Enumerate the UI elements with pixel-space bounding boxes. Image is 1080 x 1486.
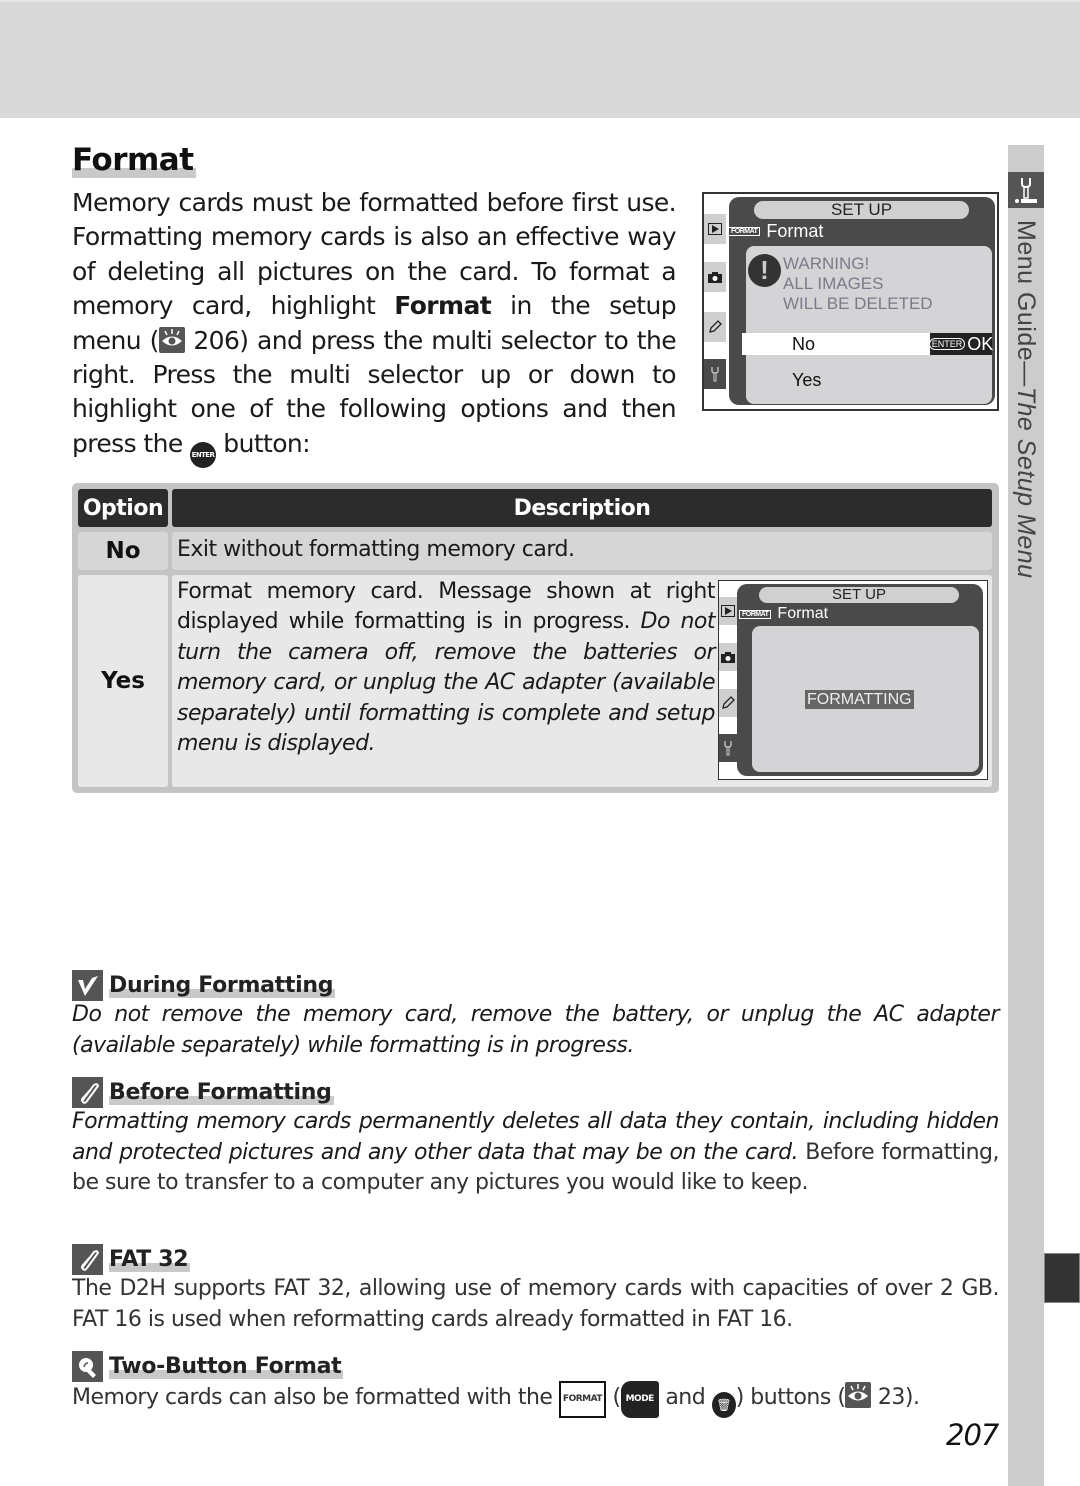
note-two-button-heading: Two-Button Format <box>72 1351 344 1382</box>
lcd-warning-screen: SET UP FORMAT Format ! WARNING! ALL IMAG… <box>702 192 999 411</box>
trash-button-icon: 🗑 <box>711 1392 736 1418</box>
lcd-warning-panel: ! WARNING! ALL IMAGES WILL BE DELETED No… <box>742 246 993 404</box>
note-title: Two-Button Format <box>109 1354 344 1379</box>
yes-description-text: Format memory card. Message shown at rig… <box>177 577 716 759</box>
note-title: FAT 32 <box>109 1247 191 1272</box>
section-label-italic: The Setup Menu <box>1012 386 1040 579</box>
eye-reference-icon <box>845 1382 872 1408</box>
side-thumb-marker <box>1044 1253 1080 1303</box>
lcd-menu-item-label: Format <box>766 220 824 241</box>
lcd-formatting-screen: SET UP FORMAT Format FORMATTING <box>718 580 988 780</box>
warning-line: ALL IMAGES <box>783 274 884 293</box>
note-ref-page: 23 <box>871 1385 906 1410</box>
lcd-option-no[interactable]: No ENTER OK <box>742 333 994 355</box>
mode-button-icon: MODE <box>620 1381 659 1418</box>
lcd-header: SET UP <box>754 201 969 219</box>
camera-icon <box>704 262 726 292</box>
note-text: Memory cards can also be formatted with … <box>72 1385 559 1410</box>
intro-ref-page: 206 <box>184 325 240 355</box>
intro-text-4: button: <box>215 428 310 458</box>
table-row-no-description: Exit without formatting memory card. <box>172 532 992 570</box>
warning-text: WARNING! ALL IMAGES WILL BE DELETED <box>783 254 933 314</box>
lcd-menu-item: FORMAT Format <box>739 604 828 624</box>
table-row-yes-option: Yes <box>78 575 168 787</box>
note-text: and <box>658 1385 712 1410</box>
format-button-icon: FORMAT <box>558 1381 607 1418</box>
wrench-icon <box>719 734 737 762</box>
eye-reference-icon <box>158 326 185 353</box>
lcd-formatting-panel: FORMATTING <box>752 626 979 772</box>
note-text: ). <box>904 1385 920 1410</box>
wrench-icon <box>704 359 726 389</box>
lcd-menu-item-label: Format <box>777 605 829 622</box>
table-header-description: Description <box>172 489 992 527</box>
section-label-text: Menu Guide— <box>1012 220 1040 387</box>
format-icon: FORMAT <box>739 609 772 619</box>
section-label: Menu Guide—The Setup Menu <box>1010 220 1042 600</box>
table-row-no-option: No <box>78 532 168 570</box>
note-before-formatting-heading: Before Formatting <box>72 1077 334 1108</box>
note-title: During Formatting <box>109 973 336 998</box>
lcd-option-no-label: No <box>792 334 816 354</box>
intro-bold-format: Format <box>394 291 492 321</box>
warning-line: WARNING! <box>783 254 870 273</box>
note-text: ) buttons ( <box>735 1385 846 1410</box>
note-during-formatting-body: Do not remove the memory card, remove th… <box>72 1002 1000 1058</box>
intro-paragraph: Memory cards must be formatted before fi… <box>72 186 677 468</box>
pencil-icon <box>719 689 737 717</box>
note-before-formatting-body: Formatting memory cards permanently dele… <box>72 1107 1000 1199</box>
paperclip-icon <box>72 1244 103 1275</box>
camera-icon <box>719 643 737 671</box>
warning-exclamation-icon: ! <box>748 254 781 287</box>
playback-icon <box>719 597 737 625</box>
warning-line: WILL BE DELETED <box>783 294 933 313</box>
pencil-icon <box>704 312 726 342</box>
magnifier-tip-icon <box>72 1351 103 1382</box>
table-header-option: Option <box>78 489 168 527</box>
lcd-menu-item: FORMAT Format <box>728 220 823 242</box>
ok-label: OK <box>967 333 994 354</box>
format-icon: FORMAT <box>728 226 761 236</box>
wrench-icon <box>1008 172 1044 208</box>
checkmark-icon <box>72 970 103 1001</box>
paperclip-icon <box>72 1077 103 1108</box>
enter-label: ENTER <box>928 338 966 350</box>
note-during-formatting-heading: During Formatting <box>72 970 336 1001</box>
formatting-status: FORMATTING <box>805 690 914 709</box>
note-fat32-body: The D2H supports FAT 32, allowing use of… <box>72 1276 1000 1332</box>
enter-button-icon: ENTER <box>189 441 216 468</box>
yes-description-plain: Format memory card. Message shown at rig… <box>177 579 716 635</box>
playback-icon <box>704 214 726 244</box>
note-text: ( <box>606 1385 622 1410</box>
lcd-option-yes[interactable]: Yes <box>792 370 821 391</box>
note-title: Before Formatting <box>109 1080 334 1105</box>
note-two-button-body: Memory cards can also be formatted with … <box>72 1381 999 1418</box>
header-band <box>0 0 1080 118</box>
page-title: Format <box>72 142 196 178</box>
enter-ok-badge: ENTER OK <box>928 333 994 355</box>
no-description-text: Exit without formatting memory card. <box>177 537 575 562</box>
note-fat32-heading: FAT 32 <box>72 1244 191 1275</box>
page-number: 207 <box>946 1418 999 1452</box>
lcd-header: SET UP <box>759 587 959 603</box>
